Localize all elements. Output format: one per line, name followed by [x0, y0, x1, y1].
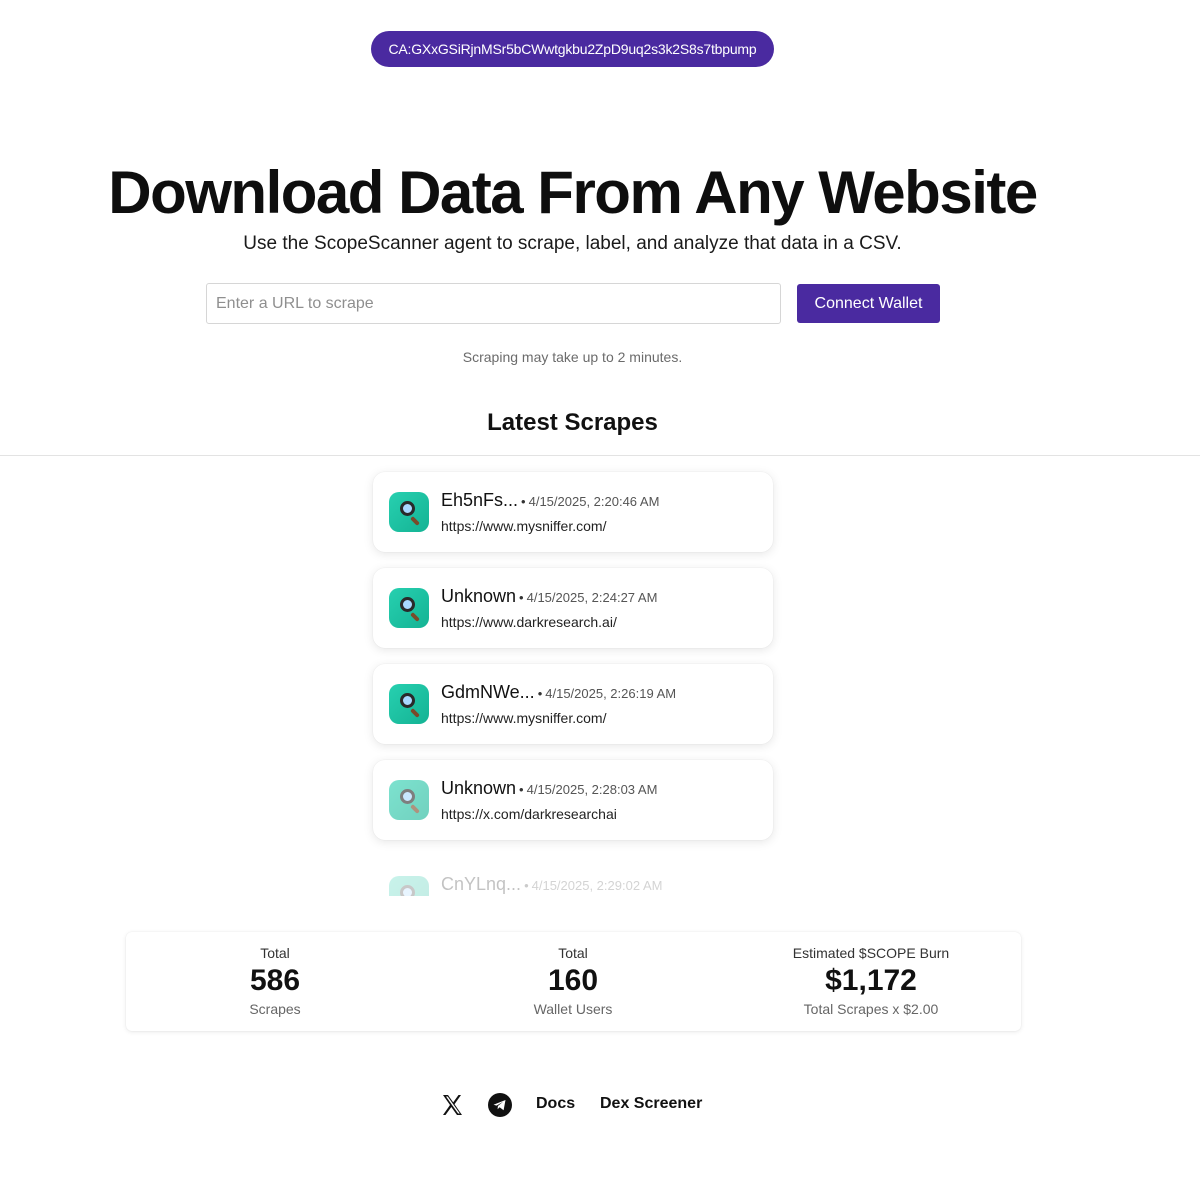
stat-caption: Total Scrapes x $2.00 — [803, 1001, 939, 1017]
stat-caption: Scrapes — [249, 1001, 301, 1017]
scrape-timestamp: 4/15/2025, 2:29:02 AM — [531, 878, 663, 893]
magnifier-icon — [389, 780, 429, 820]
scrape-time-notice: Scraping may take up to 2 minutes. — [462, 349, 683, 365]
contract-address-badge[interactable]: CA:GXxGSiRjnMSr5bCWwtgkbu2ZpD9uq2s3k2S8s… — [371, 31, 774, 67]
footer-links: Docs Dex Screener — [0, 1090, 1200, 1120]
stat-scope-burn: Estimated $SCOPE Burn $1,172 Total Scrap… — [722, 932, 1020, 1031]
scrape-name: Eh5nFs... — [441, 490, 519, 510]
scrape-name: Unknown — [441, 586, 517, 606]
page-subtitle: Use the ScopeScanner agent to scrape, la… — [243, 233, 902, 254]
stat-total-scrapes: Total 586 Scrapes — [126, 932, 424, 1031]
telegram-icon[interactable] — [488, 1093, 512, 1117]
scrape-timestamp: 4/15/2025, 2:24:27 AM — [526, 590, 658, 605]
scrape-name: CnYLnq... — [441, 874, 522, 894]
scrape-timestamp: 4/15/2025, 2:20:46 AM — [528, 494, 660, 509]
separator-dot: • — [524, 878, 529, 893]
scrape-timestamp: 4/15/2025, 2:26:19 AM — [545, 686, 677, 701]
scrape-name: GdmNWe... — [441, 682, 535, 702]
separator-dot: • — [521, 494, 526, 509]
scrape-url: https://www.darkresearch.ai/ — [441, 614, 617, 630]
scrape-card[interactable]: CnYLnq... • 4/15/2025, 2:29:02 AM — [373, 856, 773, 896]
scrape-card[interactable]: Eh5nFs... • 4/15/2025, 2:20:46 AM https://… — [373, 472, 773, 552]
latest-scrapes-heading: Latest Scrapes — [487, 409, 658, 436]
stats-panel: Total 586 Scrapes Total 160 Wallet Users… — [126, 932, 1021, 1031]
stat-value: 586 — [249, 964, 301, 997]
magnifier-icon — [389, 588, 429, 628]
scrape-url: https://www.mysniffer.com/ — [441, 710, 607, 726]
stat-caption: Wallet Users — [533, 1001, 613, 1017]
scrape-card[interactable]: Unknown • 4/15/2025, 2:24:27 AM https://ww… — [373, 568, 773, 648]
dex-screener-link[interactable]: Dex Screener — [600, 1095, 702, 1113]
section-divider — [0, 455, 1200, 456]
stat-label: Estimated $SCOPE Burn — [792, 945, 950, 961]
separator-dot: • — [537, 686, 543, 701]
x-logo-icon[interactable] — [440, 1093, 464, 1117]
magnifier-icon — [389, 684, 429, 724]
stat-value: $1,172 — [825, 964, 917, 997]
stat-wallet-users: Total 160 Wallet Users — [424, 932, 722, 1031]
scrape-url: https://x.com/darkresearchai — [441, 806, 617, 822]
scrape-card[interactable]: Unknown • 4/15/2025, 2:28:03 AM https://x.… — [373, 760, 773, 840]
page-title: Download Data From Any Website — [108, 159, 1038, 226]
stat-label: Total — [558, 945, 588, 961]
scrape-card[interactable]: GdmNWe... • 4/15/2025, 2:26:19 AM https://… — [373, 664, 773, 744]
separator-dot: • — [519, 590, 524, 605]
docs-link[interactable]: Docs — [536, 1095, 575, 1113]
magnifier-icon — [389, 876, 429, 896]
magnifier-icon — [389, 492, 429, 532]
scrape-timestamp: 4/15/2025, 2:28:03 AM — [526, 782, 658, 797]
scrape-url: https://www.mysniffer.com/ — [441, 518, 607, 534]
url-input[interactable] — [206, 283, 781, 324]
stat-value: 160 — [547, 964, 599, 997]
stat-label: Total — [260, 945, 290, 961]
scrape-name: Unknown — [441, 778, 517, 798]
connect-wallet-button[interactable]: Connect Wallet — [797, 284, 940, 323]
separator-dot: • — [519, 782, 524, 797]
